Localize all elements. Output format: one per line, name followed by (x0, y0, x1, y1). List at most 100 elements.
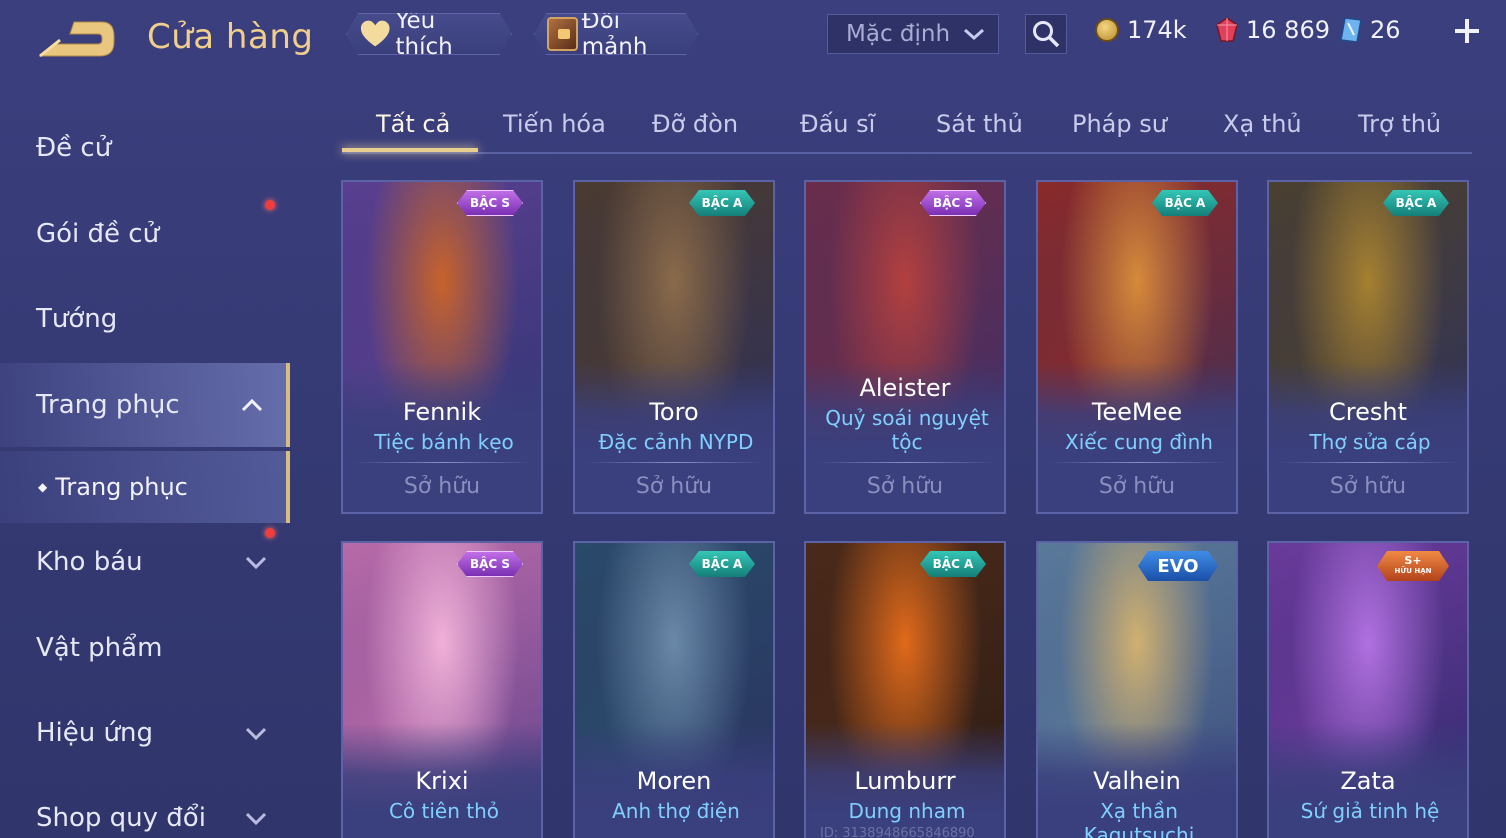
voucher-balance: 16 869 (1216, 16, 1330, 44)
skin-card[interactable]: BẬC A TeeMee Xiếc cung đình Sở hữu (1036, 180, 1238, 514)
skin-card[interactable]: BẬC S Aleister Quỷ soái nguyệt tộc Sở hữ… (804, 180, 1006, 514)
sidebar-item-label: Đề cử (36, 133, 112, 163)
search-button[interactable] (1025, 14, 1067, 54)
skin-card[interactable]: S+ HỮU HẠN Zata Sứ giả tinh hệ (1267, 541, 1469, 838)
sidebar-item-label: Kho báu (36, 547, 143, 577)
skin-name: Thợ sửa cáp (1309, 430, 1431, 454)
search-icon (1033, 21, 1060, 48)
skin-name: Tiệc bánh kẹo (374, 430, 514, 454)
tab-mage[interactable]: Pháp sư (1072, 110, 1167, 138)
hero-name: Fennik (402, 398, 482, 426)
shard-exchange-button[interactable]: Đổi mảnh (534, 13, 698, 55)
sidebar-item-recommended-packs[interactable]: Gói đề cử (0, 192, 290, 276)
hero-name: Cresht (1329, 398, 1407, 426)
tier-badge: BẬC A (1383, 190, 1449, 216)
tab-evolution[interactable]: Tiến hóa (503, 110, 606, 138)
sidebar-subitem-label: Trang phục (55, 473, 188, 501)
skin-name: Quỷ soái nguyệt tộc (825, 406, 989, 454)
sidebar-item-items[interactable]: Vật phẩm (0, 606, 290, 690)
role-tabs: Tất cả Tiến hóa Đỡ đòn Đấu sĩ Sát thủ Ph… (342, 100, 1472, 154)
sidebar-item-treasure[interactable]: Kho báu (0, 520, 290, 604)
skin-name: Xiếc cung đình (1065, 430, 1213, 454)
tab-all[interactable]: Tất cả (376, 110, 450, 138)
hero-name: Krixi (415, 767, 469, 795)
skin-name: Cô tiên thỏ (388, 799, 500, 823)
back-arrow-icon[interactable] (34, 14, 120, 64)
card-divider (1279, 462, 1459, 463)
hero-name: Toro (649, 398, 699, 426)
sidebar-item-label: Gói đề cử (36, 219, 160, 249)
favorites-label: Yêu thích (395, 8, 453, 60)
sidebar-item-label: Shop quy đổi (36, 803, 206, 833)
sidebar-item-recommended[interactable]: Đề cử (0, 106, 290, 190)
sidebar-item-skins[interactable]: Trang phục (0, 363, 290, 447)
hero-name: TeeMee (1091, 398, 1183, 426)
sort-value: Mặc định (846, 21, 951, 47)
skin-card[interactable]: BẬC A Toro Đặc cảnh NYPD Sở hữu (573, 180, 775, 514)
tab-assassin[interactable]: Sát thủ (936, 110, 1023, 138)
sidebar-item-label: Tướng (36, 304, 118, 334)
skin-card[interactable]: BẬC S Krixi Cô tiên thỏ (341, 541, 543, 838)
owned-status: Sở hữu (1098, 474, 1176, 499)
sidebar-item-label: Hiệu ứng (36, 718, 153, 748)
card-divider (353, 462, 533, 463)
tier-badge: EVO (1138, 551, 1218, 581)
skin-name: Anh thợ điện (612, 799, 740, 823)
tier-badge-sublabel: HỮU HẠN (1394, 567, 1432, 575)
tier-badge: BẬC A (689, 190, 755, 216)
tier-badge-label: S+ (1404, 554, 1422, 567)
hero-name: Zata (1340, 767, 1396, 795)
sidebar-item-exchange-shop[interactable]: Shop quy đổi (0, 776, 290, 838)
owned-status: Sở hữu (1329, 474, 1407, 499)
tab-tank[interactable]: Đỡ đòn (652, 110, 738, 138)
page-title: Cửa hàng (147, 17, 314, 57)
tier-badge: BẬC A (1152, 190, 1218, 216)
hero-name: Lumburr (854, 767, 956, 795)
gold-coin-icon (1095, 18, 1119, 42)
user-id-watermark: ID: 3138948665846890 (820, 826, 975, 838)
hero-name: Aleister (859, 374, 951, 402)
diamond-bullet-icon: ◆ (38, 480, 48, 494)
chevron-up-icon (241, 398, 263, 412)
card-divider (585, 462, 765, 463)
sidebar-subitem-skins[interactable]: ◆ Trang phục (0, 451, 290, 523)
diamond-balance: 26 (1340, 16, 1401, 44)
tab-support[interactable]: Trợ thủ (1358, 110, 1441, 138)
tab-marksman[interactable]: Xạ thủ (1223, 110, 1302, 138)
skin-card[interactable]: EVO Valhein Xạ thần Kagutsuchi (1036, 541, 1238, 838)
chevron-down-icon (964, 28, 984, 41)
sidebar-item-effects[interactable]: Hiệu ứng (0, 691, 290, 775)
skin-name: Dung nham (848, 799, 966, 823)
owned-status: Sở hữu (403, 474, 481, 499)
heart-icon (359, 19, 391, 49)
tier-badge: S+ HỮU HẠN (1377, 551, 1449, 581)
diamond-amount: 26 (1370, 16, 1401, 44)
gold-balance: 174k (1095, 16, 1187, 44)
skin-name: Đặc cảnh NYPD (598, 430, 754, 454)
chevron-down-icon (245, 812, 267, 826)
skin-card[interactable]: BẬC S Fennik Tiệc bánh kẹo Sở hữu (341, 180, 543, 514)
favorites-button[interactable]: Yêu thích (346, 13, 512, 55)
skin-name: Sứ giả tinh hệ (1300, 799, 1440, 823)
hero-name: Valhein (1093, 767, 1181, 795)
tier-badge: BẬC S (457, 190, 523, 216)
sidebar-item-label: Vật phẩm (36, 633, 163, 663)
diamond-crystal-icon (1340, 17, 1362, 43)
tab-warrior[interactable]: Đấu sĩ (800, 110, 875, 138)
sidebar: Đề cử Gói đề cử Tướng Trang phục ◆ Trang… (0, 100, 290, 838)
skin-card[interactable]: BẬC A Cresht Thợ sửa cáp Sở hữu (1267, 180, 1469, 514)
skin-card[interactable]: BẬC A Lumburr Dung nham (804, 541, 1006, 838)
tier-badge: BẬC S (457, 551, 523, 577)
sidebar-item-heroes[interactable]: Tướng (0, 277, 290, 361)
tier-badge: BẬC S (920, 190, 986, 216)
top-bar: Cửa hàng Yêu thích Đổi mảnh Mặc định 174… (0, 0, 1506, 80)
add-currency-plus-icon[interactable] (1452, 16, 1482, 46)
tier-badge: BẬC A (920, 551, 986, 577)
tier-badge: BẬC A (689, 551, 755, 577)
skin-card[interactable]: BẬC A Moren Anh thợ điện (573, 541, 775, 838)
sort-dropdown[interactable]: Mặc định (827, 14, 999, 54)
chevron-down-icon (245, 556, 267, 570)
voucher-amount: 16 869 (1246, 16, 1330, 44)
red-gem-icon (1216, 17, 1238, 42)
owned-status: Sở hữu (635, 474, 713, 499)
